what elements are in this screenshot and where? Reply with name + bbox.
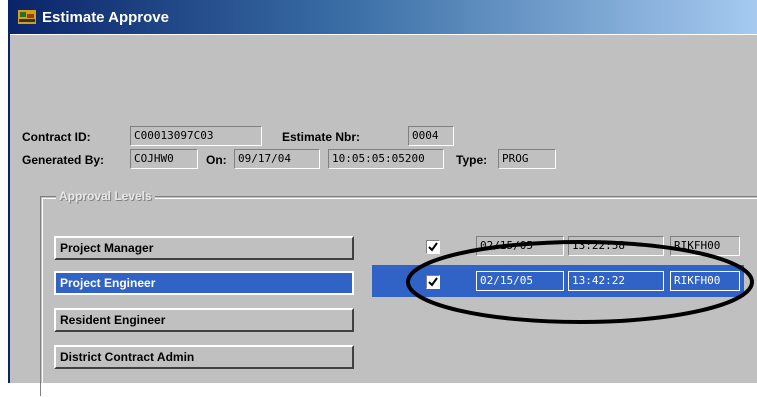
window-title: Estimate Approve bbox=[42, 9, 169, 26]
on-date-field[interactable]: 09/17/04 bbox=[234, 149, 320, 169]
project-manager-button[interactable]: Project Manager bbox=[54, 236, 354, 260]
project-engineer-approved-checkbox[interactable] bbox=[426, 275, 440, 289]
checkmark-icon bbox=[428, 277, 438, 287]
project-engineer-button[interactable]: Project Engineer bbox=[54, 271, 354, 295]
on-time-field[interactable]: 10:05:05:05200 bbox=[328, 149, 444, 169]
project-engineer-time-field[interactable]: 13:42:22 bbox=[568, 271, 664, 291]
generated-by-label: Generated By: bbox=[22, 153, 105, 167]
approval-levels-legend: Approval Levels bbox=[56, 189, 155, 203]
contract-id-field[interactable]: C00013097C03 bbox=[130, 126, 262, 146]
project-manager-user-field[interactable]: RIKFH00 bbox=[670, 236, 740, 256]
on-label: On: bbox=[206, 153, 227, 167]
bulldozer-icon bbox=[18, 10, 36, 24]
project-manager-date-field[interactable]: 02/15/05 bbox=[476, 236, 564, 256]
checkmark-icon bbox=[428, 242, 438, 252]
project-engineer-date-field[interactable]: 02/15/05 bbox=[476, 271, 564, 291]
resident-engineer-button[interactable]: Resident Engineer bbox=[54, 308, 354, 332]
divider bbox=[10, 34, 757, 35]
type-label: Type: bbox=[456, 153, 488, 167]
generated-by-field[interactable]: COJHW0 bbox=[130, 149, 198, 169]
district-contract-admin-button[interactable]: District Contract Admin bbox=[54, 345, 354, 369]
estimate-nbr-label: Estimate Nbr: bbox=[282, 130, 361, 144]
title-bar: Estimate Approve bbox=[10, 0, 757, 34]
project-manager-approved-checkbox[interactable] bbox=[426, 240, 440, 254]
contract-id-label: Contract ID: bbox=[22, 130, 91, 144]
type-field[interactable]: PROG bbox=[498, 149, 556, 169]
project-engineer-user-field[interactable]: RIKFH00 bbox=[670, 271, 740, 291]
estimate-nbr-field[interactable]: 0004 bbox=[408, 126, 454, 146]
project-manager-time-field[interactable]: 13:22:58 bbox=[568, 236, 664, 256]
